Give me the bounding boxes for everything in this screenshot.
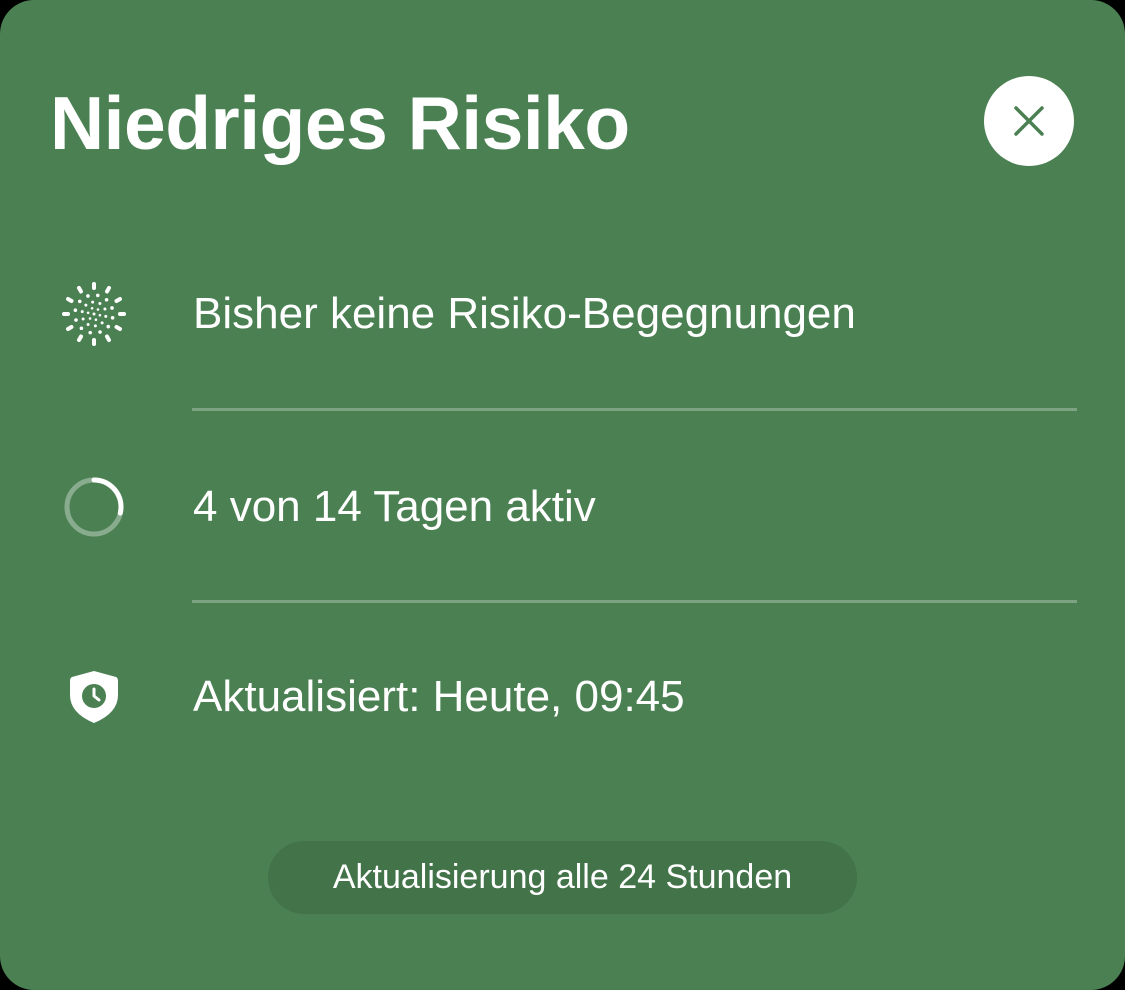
- dot-mark: [88, 330, 93, 335]
- dot-mark: [105, 286, 111, 294]
- dot-mark: [90, 307, 94, 310]
- dot-mark: [93, 324, 97, 328]
- dot-mark: [92, 312, 96, 316]
- updated-text: Aktualisiert: Heute, 09:45: [193, 672, 685, 721]
- dot-mark: [79, 326, 84, 331]
- dot-mark: [114, 297, 122, 303]
- status-row-updated: Aktualisiert: Heute, 09:45: [0, 657, 1125, 737]
- dot-mark: [86, 311, 90, 315]
- dot-mark: [77, 299, 82, 304]
- dot-mark: [106, 324, 111, 329]
- dot-mark: [66, 297, 74, 303]
- risk-title: Niedriges Risiko: [50, 81, 630, 165]
- dot-mark: [88, 317, 92, 320]
- dot-mark: [94, 318, 98, 321]
- dot-mark: [110, 315, 115, 320]
- dot-mark: [105, 334, 111, 342]
- close-x-icon: [1014, 106, 1044, 136]
- dot-mark: [77, 286, 83, 294]
- dot-mark: [86, 322, 90, 326]
- dot-mark: [91, 300, 95, 304]
- exposure-dots-icon: [62, 282, 126, 346]
- active-days-text: 4 von 14 Tagen aktiv: [193, 482, 596, 531]
- dot-mark: [95, 293, 100, 298]
- dot-mark: [110, 306, 114, 310]
- divider: [192, 408, 1077, 411]
- dot-mark: [84, 303, 88, 307]
- dot-mark: [74, 318, 78, 322]
- dot-mark: [81, 317, 85, 321]
- status-row-active-days: 4 von 14 Tagen aktiv: [0, 467, 1125, 547]
- dot-mark: [96, 308, 100, 311]
- dot-mark: [77, 334, 83, 342]
- divider: [192, 600, 1077, 603]
- dot-mark: [98, 313, 102, 317]
- dot-mark: [80, 310, 84, 314]
- dot-mark: [98, 330, 102, 334]
- dot-mark: [73, 308, 78, 313]
- shield-clock-icon: [62, 665, 126, 729]
- dot-mark: [98, 302, 102, 306]
- progress-ring-icon: [62, 475, 126, 539]
- dot-mark: [103, 307, 107, 311]
- dot-mark: [66, 325, 74, 331]
- encounters-text: Bisher keine Risiko-Begegnungen: [193, 289, 856, 338]
- dot-mark: [104, 314, 108, 318]
- close-button[interactable]: [984, 76, 1074, 166]
- dot-mark: [100, 321, 104, 325]
- dot-mark: [104, 297, 109, 302]
- risk-card: Niedriges Risiko Bisher keine Risiko-Beg…: [0, 0, 1125, 990]
- dot-mark: [86, 294, 90, 298]
- status-row-encounters: Bisher keine Risiko-Begegnungen: [0, 274, 1125, 354]
- update-interval-badge: Aktualisierung alle 24 Stunden: [268, 841, 857, 914]
- dot-mark: [114, 325, 122, 331]
